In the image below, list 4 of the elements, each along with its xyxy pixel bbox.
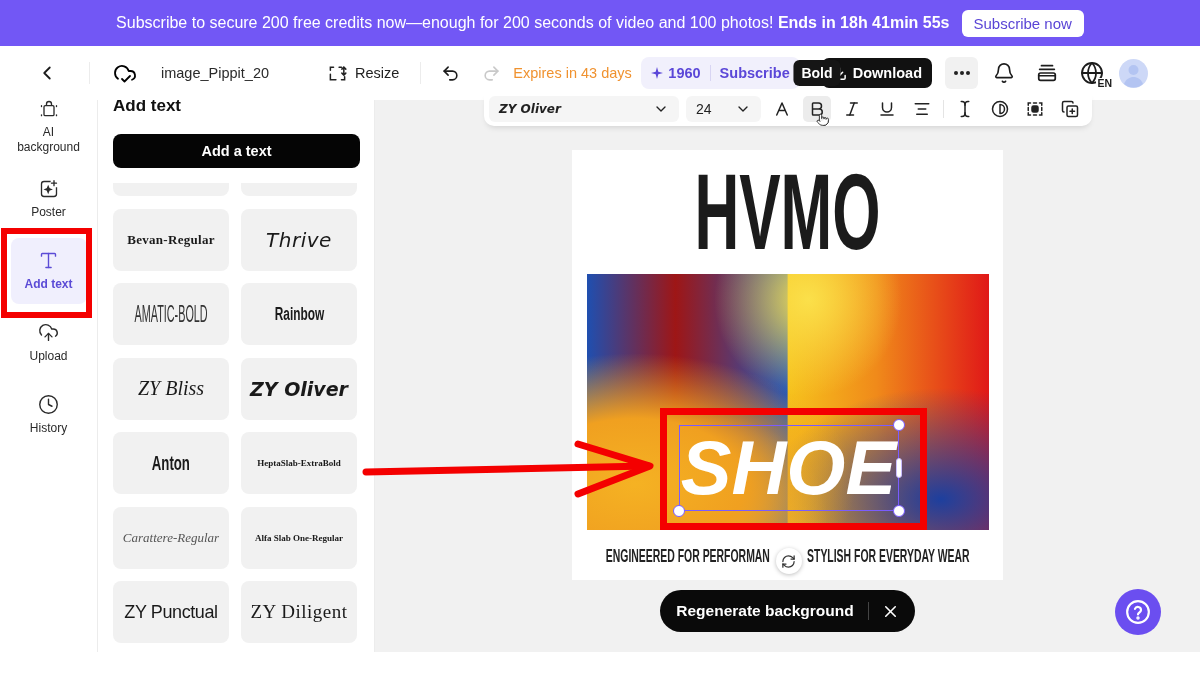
credit-count: 1960 [668, 65, 701, 81]
promo-message: Subscribe to secure 200 free credits now—enough for 200 seconds of video and 100 photos! Ends in 18h 41min 55s [116, 14, 950, 32]
expiry-text: Expires in 43 days [513, 65, 632, 81]
tooltip: Bold [793, 60, 841, 86]
